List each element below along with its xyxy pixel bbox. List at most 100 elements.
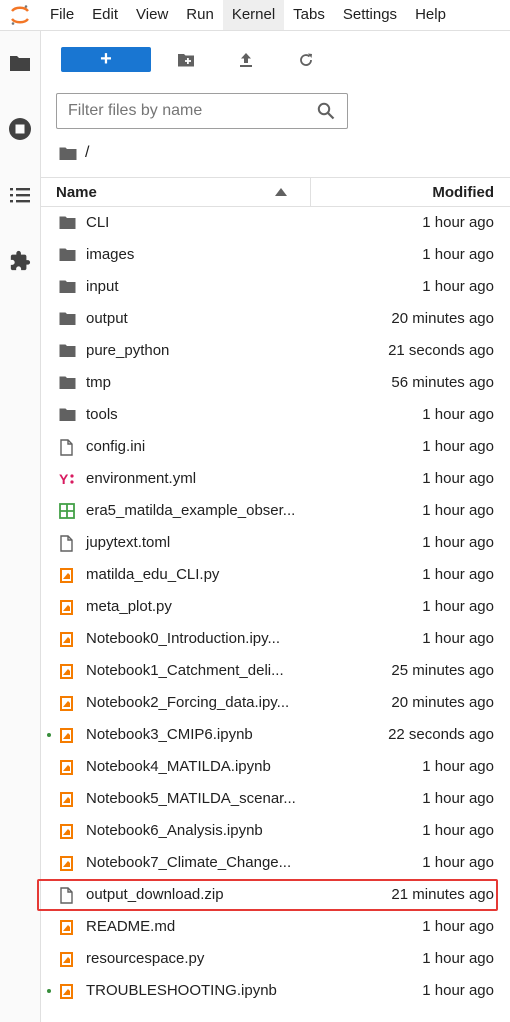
sidebar-tab-toc[interactable] (0, 163, 40, 227)
folder-icon (10, 56, 30, 71)
file-row[interactable]: Notebook7_Climate_Change... 1 hour ago (41, 847, 510, 879)
file-name: config.ini (86, 438, 146, 455)
menu-run[interactable]: Run (177, 0, 223, 30)
file-modified: 1 hour ago (422, 790, 494, 807)
menu-view[interactable]: View (127, 0, 177, 30)
file-row[interactable]: tools 1 hour ago (41, 399, 510, 431)
file-row[interactable]: resourcespace.py 1 hour ago (41, 943, 510, 975)
menu-help[interactable]: Help (406, 0, 455, 30)
file-row[interactable]: input 1 hour ago (41, 271, 510, 303)
file-name: Notebook3_CMIP6.ipynb (86, 726, 253, 743)
folder-icon (59, 279, 76, 296)
python-file-icon (59, 567, 76, 584)
file-name: Notebook7_Climate_Change... (86, 854, 292, 871)
folder-icon (59, 407, 76, 424)
file-name: TROUBLESHOOTING.ipynb (86, 982, 277, 999)
folder-icon (59, 215, 76, 232)
menu-tabs[interactable]: Tabs (284, 0, 334, 30)
file-row[interactable]: output_download.zip 21 minutes ago (37, 879, 510, 911)
file-modified: 22 seconds ago (388, 726, 494, 743)
notebook-icon (59, 855, 76, 872)
file-row[interactable]: README.md 1 hour ago (41, 911, 510, 943)
markdown-file-icon (59, 919, 76, 936)
column-name-header[interactable]: Name (56, 184, 97, 201)
file-name: Notebook1_Catchment_deli... (86, 662, 284, 679)
toc-icon (10, 188, 30, 203)
folder-icon (59, 247, 76, 264)
file-modified: 1 hour ago (422, 630, 494, 647)
file-name: output (86, 310, 128, 327)
notebook-icon (59, 791, 76, 808)
menu-file[interactable]: File (41, 0, 83, 30)
breadcrumb-root[interactable]: / (85, 144, 89, 162)
file-row[interactable]: CLI 1 hour ago (41, 207, 510, 239)
notebook-icon (59, 695, 76, 712)
file-modified: 1 hour ago (422, 278, 494, 295)
file-row[interactable]: Notebook0_Introduction.ipy... 1 hour ago (41, 623, 510, 655)
file-row[interactable]: images 1 hour ago (41, 239, 510, 271)
file-modified: 1 hour ago (422, 534, 494, 551)
file-row[interactable]: Notebook2_Forcing_data.ipy... 20 minutes … (41, 687, 510, 719)
file-name: CLI (86, 214, 110, 231)
breadcrumb: / (59, 143, 89, 163)
file-icon (59, 439, 76, 456)
file-name: environment.yml (86, 470, 197, 487)
file-modified: 20 minutes ago (391, 310, 494, 327)
file-modified: 1 hour ago (422, 566, 494, 583)
new-launcher-button[interactable]: + (61, 47, 151, 72)
column-separator[interactable] (310, 178, 311, 207)
file-row[interactable]: Notebook4_MATILDA.ipynb 1 hour ago (41, 751, 510, 783)
file-modified: 1 hour ago (422, 502, 494, 519)
file-row[interactable]: meta_plot.py 1 hour ago (41, 591, 510, 623)
highlight-box (37, 879, 498, 911)
refresh-button[interactable] (294, 48, 318, 72)
file-name: Notebook4_MATILDA.ipynb (86, 758, 271, 775)
file-modified: 21 seconds ago (388, 342, 494, 359)
file-name: input (86, 278, 119, 295)
running-icon (9, 118, 31, 140)
menu-edit[interactable]: Edit (83, 0, 127, 30)
file-row[interactable]: config.ini 1 hour ago (41, 431, 510, 463)
file-row[interactable]: matilda_edu_CLI.py 1 hour ago (41, 559, 510, 591)
file-modified: 25 minutes ago (391, 662, 494, 679)
file-modified: 1 hour ago (422, 918, 494, 935)
new-folder-button[interactable] (174, 48, 198, 72)
file-name: resourcespace.py (86, 950, 205, 967)
file-modified: 1 hour ago (422, 246, 494, 263)
notebook-icon (59, 663, 76, 680)
file-list-header: Name Modified (41, 177, 510, 207)
file-row[interactable]: Notebook1_Catchment_deli... 25 minutes ag… (41, 655, 510, 687)
file-row[interactable]: TROUBLESHOOTING.ipynb 1 hour ago (41, 975, 510, 1007)
file-row[interactable]: Notebook5_MATILDA_scenar... 1 hour ago (41, 783, 510, 815)
file-modified: 20 minutes ago (391, 694, 494, 711)
file-modified: 1 hour ago (422, 438, 494, 455)
file-modified: 1 hour ago (422, 598, 494, 615)
extension-icon (10, 250, 31, 271)
file-row[interactable]: jupytext.toml 1 hour ago (41, 527, 510, 559)
upload-icon (240, 53, 252, 67)
menu-settings[interactable]: Settings (334, 0, 406, 30)
column-modified-header[interactable]: Modified (432, 184, 494, 201)
file-row[interactable]: tmp 56 minutes ago (41, 367, 510, 399)
file-row[interactable]: Yenvironment.yml 1 hour ago (41, 463, 510, 495)
file-modified: 1 hour ago (422, 406, 494, 423)
file-row[interactable]: pure_python 21 seconds ago (41, 335, 510, 367)
file-row[interactable]: era5_matilda_example_obser... 1 hour ago (41, 495, 510, 527)
sidebar-tab-running[interactable] (0, 97, 40, 161)
notebook-icon (59, 727, 76, 744)
file-row[interactable]: output 20 minutes ago (41, 303, 510, 335)
file-name: meta_plot.py (86, 598, 172, 615)
new-folder-icon (178, 54, 194, 67)
sidebar-tab-file-browser[interactable] (0, 31, 40, 95)
menu-kernel[interactable]: Kernel (222, 0, 285, 30)
upload-button[interactable] (234, 48, 258, 72)
sidebar-tab-extensions[interactable] (0, 229, 40, 293)
file-name: Notebook6_Analysis.ipynb (86, 822, 263, 839)
home-folder-icon[interactable] (59, 146, 77, 161)
file-row[interactable]: Notebook6_Analysis.ipynb 1 hour ago (41, 815, 510, 847)
file-modified: 1 hour ago (422, 854, 494, 871)
file-name: Notebook5_MATILDA_scenar... (86, 790, 296, 807)
filter-files-input[interactable] (66, 94, 310, 128)
menu-bar: File Edit View Run Kernel Tabs Settings … (0, 0, 510, 31)
file-row[interactable]: Notebook3_CMIP6.ipynb 22 seconds ago (41, 719, 510, 751)
